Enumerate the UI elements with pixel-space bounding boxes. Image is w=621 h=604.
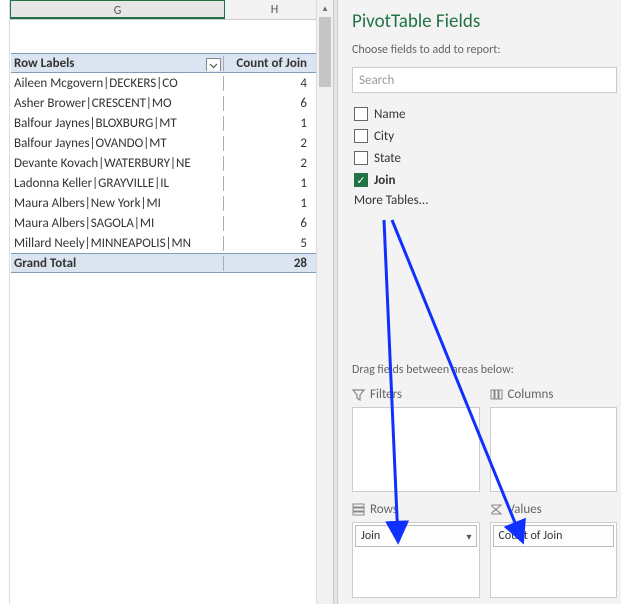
column-header-h[interactable]: H bbox=[225, 0, 325, 19]
pivot-header-label[interactable]: Row Labels bbox=[11, 56, 224, 71]
columns-header: Columns bbox=[490, 383, 618, 405]
scroll-thumb[interactable] bbox=[319, 17, 331, 87]
columns-label: Columns bbox=[508, 387, 554, 402]
pivot-cell-value[interactable]: 2 bbox=[224, 136, 313, 151]
columns-dropzone[interactable] bbox=[490, 407, 618, 492]
values-dropzone[interactable]: Count of Join bbox=[490, 522, 618, 598]
rows-label: Rows bbox=[370, 502, 398, 517]
filters-dropzone[interactable] bbox=[352, 407, 480, 492]
pivot-cell-value[interactable]: 1 bbox=[224, 196, 313, 211]
field-row-city[interactable]: City bbox=[352, 125, 617, 147]
pivot-data-row: Maura Albers|New York|MI1 bbox=[11, 193, 333, 213]
pivot-table: Row Labels Count of Join Aileen Mcgovern… bbox=[11, 53, 333, 273]
pivot-cell-value[interactable]: 5 bbox=[224, 236, 313, 251]
values-item-count[interactable]: Count of Join bbox=[493, 525, 615, 547]
field-row-join[interactable]: ✓ Join bbox=[352, 169, 617, 191]
pivot-data-row: Ladonna Keller|GRAYVILLE|IL1 bbox=[11, 173, 333, 193]
pivot-cell-label[interactable]: Balfour Jaynes|OVANDO|MT bbox=[11, 136, 224, 151]
pivot-header-value[interactable]: Count of Join bbox=[224, 56, 313, 71]
pivot-cell-label[interactable]: Balfour Jaynes|BLOXBURG|MT bbox=[11, 116, 224, 131]
filters-area: Filters bbox=[352, 383, 480, 492]
field-row-state[interactable]: State bbox=[352, 147, 617, 169]
chevron-down-icon bbox=[209, 61, 218, 70]
pivot-data-row: Millard Neely|MINNEAPOLIS|MN5 bbox=[11, 233, 333, 253]
pivot-data-row: Balfour Jaynes|BLOXBURG|MT1 bbox=[11, 113, 333, 133]
columns-icon bbox=[490, 388, 503, 401]
pivot-data-row: Asher Brower|CRESCENT|MO6 bbox=[11, 93, 333, 113]
pivot-data-row: Aileen Mcgovern|DECKERS|CO4 bbox=[11, 73, 333, 93]
checkbox[interactable] bbox=[354, 129, 368, 143]
row-labels-dropdown[interactable] bbox=[206, 58, 221, 71]
drag-instructions: Drag fields between areas below: bbox=[352, 363, 617, 377]
field-list: Name City State ✓ Join bbox=[352, 103, 617, 191]
rows-item-join[interactable]: Join ▾ bbox=[355, 525, 477, 547]
field-label: Join bbox=[374, 173, 395, 188]
pivot-data-row: Maura Albers|SAGOLA|MI6 bbox=[11, 213, 333, 233]
pivot-data-row: Devante Kovach|WATERBURY|NE2 bbox=[11, 153, 333, 173]
pivot-cell-value[interactable]: 4 bbox=[224, 76, 313, 91]
filter-icon bbox=[352, 388, 365, 401]
pivot-cell-value[interactable]: 1 bbox=[224, 176, 313, 191]
rows-item-label: Join bbox=[361, 529, 380, 543]
search-placeholder: Search bbox=[359, 73, 394, 88]
sigma-icon bbox=[490, 503, 503, 516]
values-header: Values bbox=[490, 498, 618, 520]
drop-areas: Filters Columns Rows Join bbox=[352, 383, 617, 604]
pivot-cell-label[interactable]: Asher Brower|CRESCENT|MO bbox=[11, 96, 224, 111]
checkbox[interactable] bbox=[354, 151, 368, 165]
chevron-down-icon: ▾ bbox=[466, 530, 471, 543]
pivot-cell-label[interactable]: Devante Kovach|WATERBURY|NE bbox=[11, 156, 224, 171]
rows-icon bbox=[352, 503, 365, 516]
rows-dropzone[interactable]: Join ▾ bbox=[352, 522, 480, 598]
worksheet: G H Row Labels Count of Join Aileen Mcgo… bbox=[0, 0, 333, 604]
pivot-header-row: Row Labels Count of Join bbox=[11, 53, 333, 73]
filters-label: Filters bbox=[370, 387, 402, 402]
pivot-cell-label[interactable]: Millard Neely|MINNEAPOLIS|MN bbox=[11, 236, 224, 251]
row-labels-text: Row Labels bbox=[14, 56, 75, 71]
row-header-gutter bbox=[0, 0, 10, 604]
pivot-data-row: Balfour Jaynes|OVANDO|MT2 bbox=[11, 133, 333, 153]
pivot-cell-label[interactable]: Aileen Mcgovern|DECKERS|CO bbox=[11, 76, 224, 91]
field-row-name[interactable]: Name bbox=[352, 103, 617, 125]
field-label: State bbox=[374, 151, 401, 166]
pane-title: PivotTable Fields bbox=[352, 10, 617, 33]
values-area: Values Count of Join bbox=[490, 498, 618, 598]
columns-area: Columns bbox=[490, 383, 618, 492]
pivot-cell-label[interactable]: Maura Albers|New York|MI bbox=[11, 196, 224, 211]
scroll-up-button[interactable]: ▴ bbox=[317, 0, 333, 17]
rows-header: Rows bbox=[352, 498, 480, 520]
vertical-scrollbar[interactable]: ▴ bbox=[316, 0, 333, 604]
pivot-cell-value[interactable]: 1 bbox=[224, 116, 313, 131]
field-label: Name bbox=[374, 107, 405, 122]
rows-area: Rows Join ▾ bbox=[352, 498, 480, 598]
pane-subtitle: Choose fields to add to report: bbox=[352, 43, 617, 57]
pivot-cell-label[interactable]: Maura Albers|SAGOLA|MI bbox=[11, 216, 224, 231]
checkbox[interactable] bbox=[354, 107, 368, 121]
pivot-cell-value[interactable]: 6 bbox=[224, 216, 313, 231]
pivot-fields-pane: PivotTable Fields Choose fields to add t… bbox=[338, 0, 621, 604]
pivot-cell-value[interactable]: 6 bbox=[224, 96, 313, 111]
column-headers: G H bbox=[10, 0, 333, 20]
values-item-label: Count of Join bbox=[499, 529, 563, 543]
filters-header: Filters bbox=[352, 383, 480, 405]
pivot-cell-value[interactable]: 2 bbox=[224, 156, 313, 171]
column-header-g[interactable]: G bbox=[10, 0, 225, 19]
grand-total-row: Grand Total 28 bbox=[11, 253, 333, 273]
pivot-cell-label[interactable]: Ladonna Keller|GRAYVILLE|IL bbox=[11, 176, 224, 191]
checkbox[interactable]: ✓ bbox=[354, 173, 368, 187]
values-label: Values bbox=[508, 502, 542, 517]
grand-total-value[interactable]: 28 bbox=[224, 256, 313, 271]
field-label: City bbox=[374, 129, 394, 144]
more-tables-link[interactable]: More Tables... bbox=[352, 193, 617, 208]
field-search-input[interactable]: Search bbox=[352, 67, 617, 93]
grand-total-label[interactable]: Grand Total bbox=[11, 256, 224, 271]
